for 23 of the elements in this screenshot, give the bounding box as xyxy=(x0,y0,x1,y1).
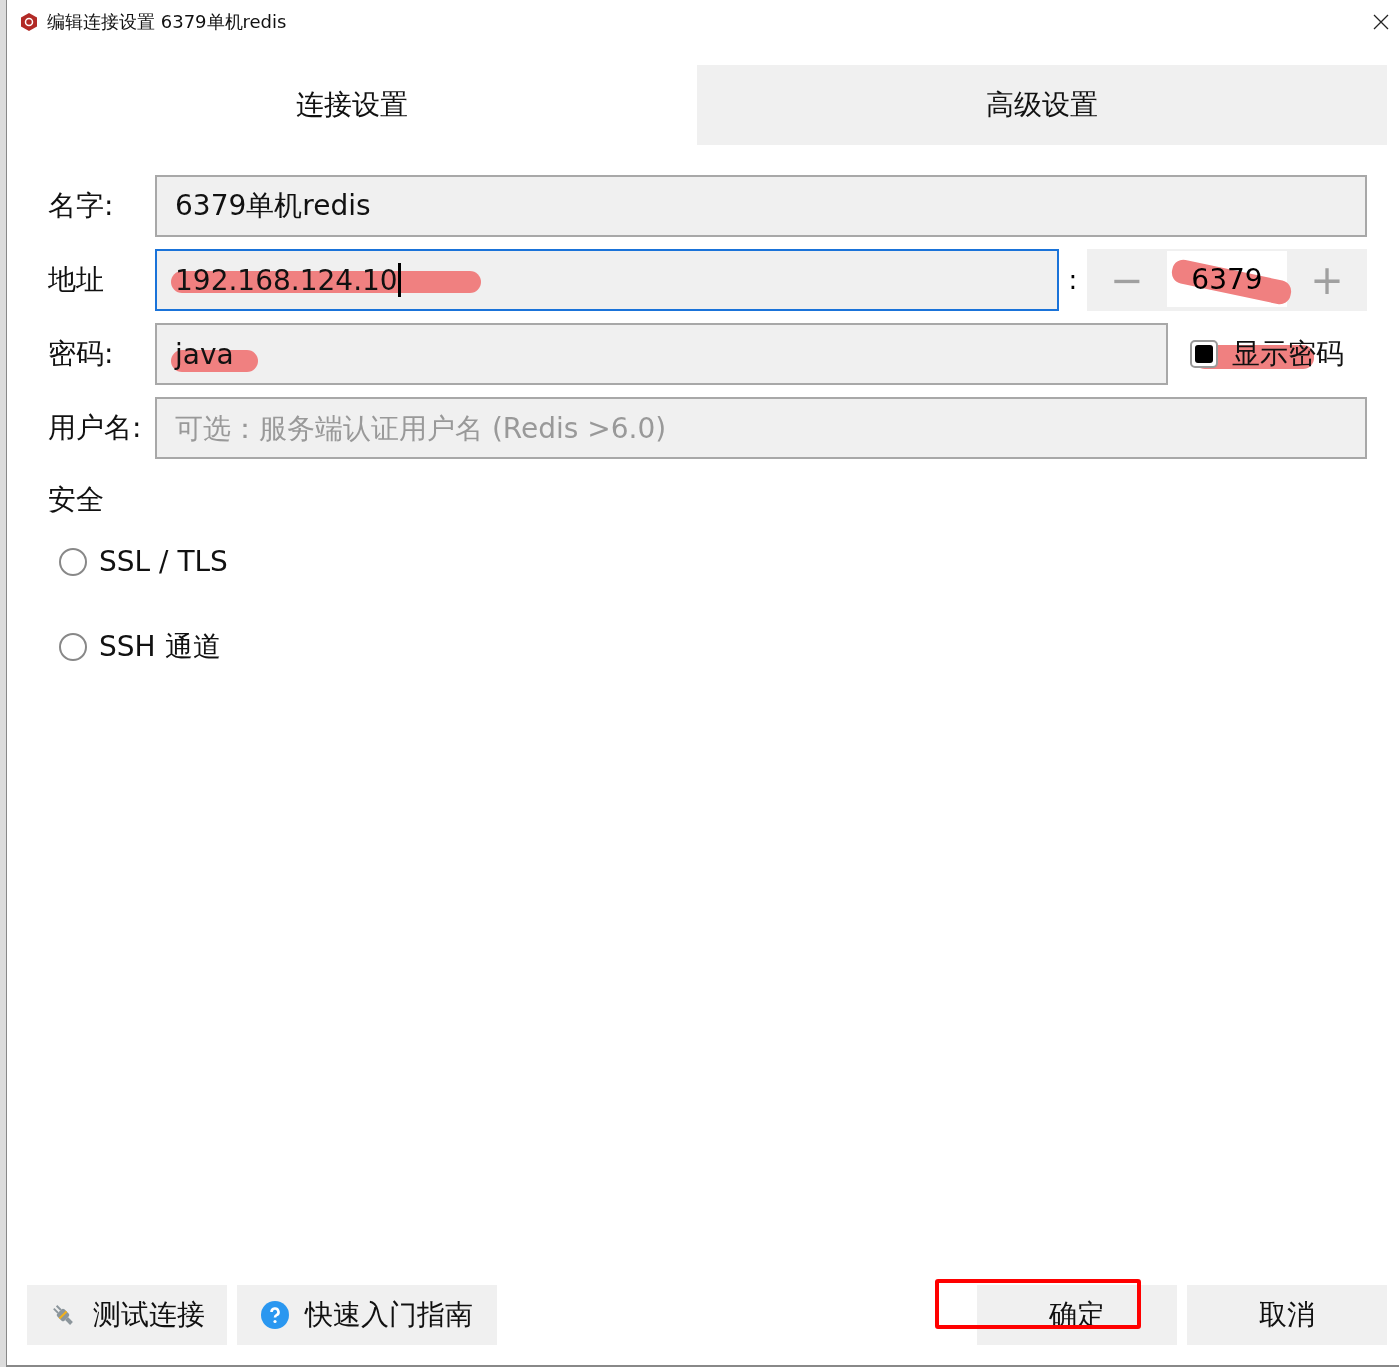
name-field[interactable]: 6379单机redis xyxy=(155,175,1367,237)
dialog-button[interactable]: 测试连接 xyxy=(27,1285,227,1345)
dialog-button[interactable]: 取消 xyxy=(1187,1285,1387,1345)
radio-button[interactable] xyxy=(59,547,87,576)
address-field[interactable]: 192.168.124.10 xyxy=(155,249,1059,311)
tab[interactable]: 高级设置 xyxy=(697,65,1387,145)
field-label: 用户名: xyxy=(48,410,143,446)
dialog-button[interactable]: 快速入门指南 xyxy=(237,1285,497,1345)
help-icon xyxy=(261,1301,289,1329)
field-label: 密码: xyxy=(48,336,115,372)
field-label: 地址 xyxy=(48,262,105,298)
radio-button[interactable] xyxy=(59,633,87,661)
port-separator: : xyxy=(1067,265,1079,295)
section-title: 安全 xyxy=(48,482,105,518)
password-field[interactable]: java xyxy=(155,323,1168,385)
field-label: 名字: xyxy=(48,188,115,224)
radio-label: SSH 通道 xyxy=(99,629,221,665)
checkbox[interactable] xyxy=(1190,340,1218,368)
username-field[interactable]: 可选：服务端认证用户名 (Redis >6.0) xyxy=(155,397,1367,459)
window-title: 编辑连接设置 6379单机redis xyxy=(47,10,288,34)
radio-label: SSL / TLS xyxy=(99,545,228,578)
app-logo-icon xyxy=(19,12,39,32)
close-icon[interactable] xyxy=(1373,14,1389,30)
